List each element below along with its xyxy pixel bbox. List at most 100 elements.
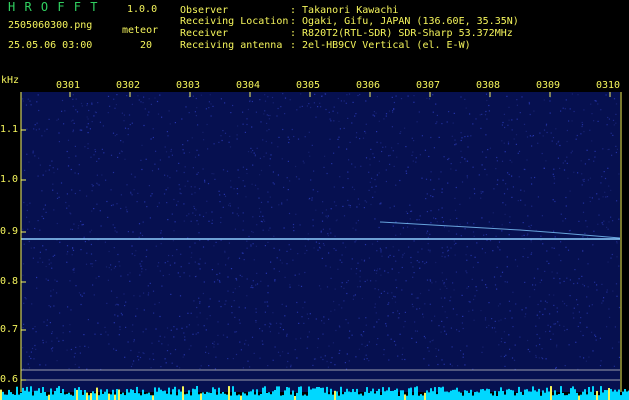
noise-dot — [342, 242, 344, 244]
noise-dot — [260, 220, 262, 222]
noise-dot — [385, 146, 387, 148]
noise-dot — [125, 301, 127, 303]
noise-dot — [259, 99, 261, 101]
noise-dot — [440, 331, 442, 333]
noise-dot — [259, 174, 261, 176]
noise-dot — [425, 261, 428, 263]
noise-dot — [202, 215, 205, 218]
noise-dot — [563, 325, 565, 327]
noise-dot — [550, 132, 552, 134]
noise-dot — [534, 284, 537, 286]
noise-dot — [501, 230, 503, 232]
noise-dot — [516, 265, 519, 267]
noise-dot — [504, 281, 506, 283]
noise-dot — [303, 162, 305, 164]
noise-dot — [376, 268, 379, 270]
noise-dot — [506, 188, 509, 190]
noise-dot — [483, 234, 485, 236]
noise-dot — [357, 94, 359, 97]
activity-bar — [624, 389, 626, 400]
noise-dot — [495, 331, 497, 333]
noise-dot — [526, 136, 529, 138]
noise-dot — [105, 266, 108, 268]
noise-dot — [36, 287, 38, 289]
noise-dot — [480, 197, 482, 199]
noise-dot — [347, 171, 349, 173]
noise-dot — [114, 304, 117, 306]
noise-dot — [377, 289, 380, 291]
noise-dot — [392, 246, 394, 248]
noise-dot — [505, 354, 507, 356]
noise-dot — [150, 195, 152, 197]
activity-bar — [562, 393, 564, 400]
noise-dot — [179, 315, 181, 317]
noise-dot — [168, 254, 170, 257]
noise-dot — [460, 96, 462, 98]
noise-dot — [597, 103, 599, 105]
noise-dot — [472, 231, 475, 233]
noise-dot — [252, 280, 254, 282]
noise-dot — [91, 183, 93, 186]
noise-dot — [535, 345, 537, 347]
noise-dot — [369, 158, 371, 160]
noise-dot — [219, 281, 221, 283]
activity-bar — [206, 391, 208, 400]
noise-dot — [393, 101, 395, 104]
noise-dot — [273, 183, 275, 185]
noise-dot — [542, 243, 544, 245]
noise-dot — [419, 154, 421, 156]
time-tick-0307: 0307 — [416, 80, 441, 91]
noise-dot — [110, 269, 112, 271]
noise-dot — [244, 343, 246, 345]
activity-bar — [198, 394, 200, 400]
noise-dot — [378, 172, 380, 174]
noise-dot — [22, 228, 24, 230]
noise-dot — [340, 100, 342, 102]
noise-dot — [516, 99, 518, 101]
noise-dot — [265, 152, 267, 154]
noise-dot — [265, 140, 267, 143]
noise-dot — [387, 256, 390, 258]
noise-dot — [204, 181, 206, 183]
noise-dot — [346, 353, 348, 355]
noise-dot — [228, 204, 230, 206]
activity-bar — [476, 391, 478, 400]
noise-dot — [400, 98, 403, 100]
noise-dot — [511, 119, 513, 121]
noise-dot — [173, 336, 175, 338]
activity-bar — [348, 391, 350, 400]
activity-bar — [492, 395, 494, 400]
noise-dot — [306, 105, 308, 107]
noise-dot — [613, 98, 616, 100]
noise-dot — [429, 341, 431, 343]
noise-dot — [78, 366, 80, 368]
noise-dot — [32, 328, 34, 330]
noise-dot — [441, 207, 443, 209]
noise-dot — [182, 356, 184, 358]
noise-dot — [606, 196, 609, 198]
activity-bar — [38, 388, 40, 400]
noise-dot — [81, 224, 83, 226]
noise-dot — [148, 111, 150, 113]
noise-dot — [391, 268, 393, 270]
activity-bar — [338, 395, 340, 400]
noise-dot — [539, 132, 541, 134]
noise-dot — [491, 327, 493, 329]
noise-dot — [101, 148, 103, 150]
activity-bar — [426, 390, 428, 400]
noise-dot — [341, 261, 343, 263]
noise-dot — [220, 306, 222, 308]
noise-dot — [262, 229, 264, 231]
noise-dot — [207, 183, 210, 185]
noise-dot — [418, 219, 420, 221]
noise-dot — [167, 175, 169, 177]
noise-dot — [39, 364, 41, 366]
noise-dot — [224, 102, 226, 104]
noise-dot — [240, 349, 242, 351]
noise-dot — [208, 107, 210, 109]
noise-dot — [481, 248, 483, 250]
noise-dot — [34, 227, 36, 230]
noise-dot — [412, 266, 414, 268]
noise-dot — [376, 270, 378, 272]
activity-bar — [352, 389, 354, 400]
